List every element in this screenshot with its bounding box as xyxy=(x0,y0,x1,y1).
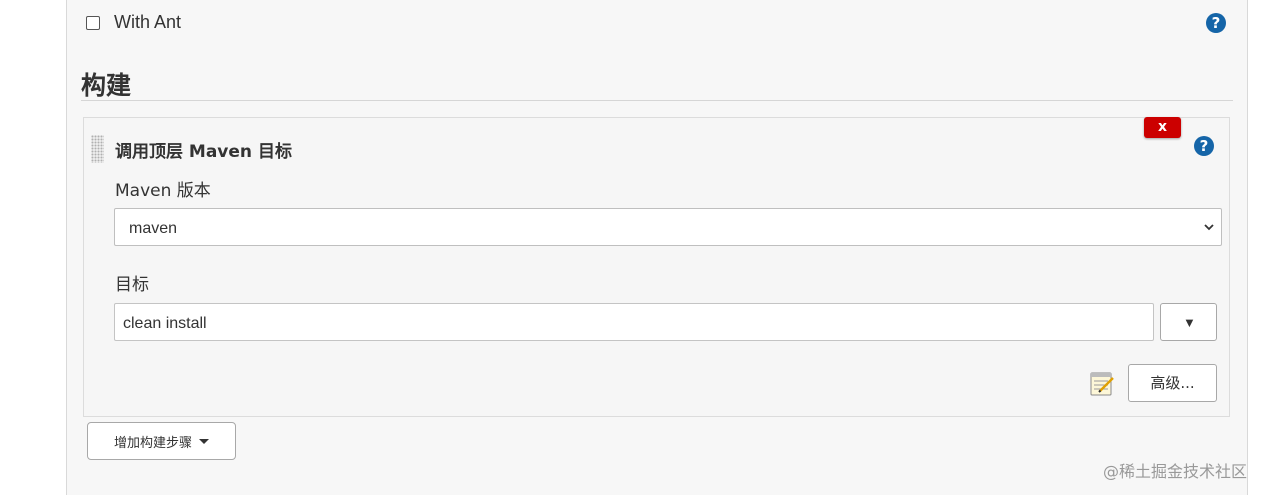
goals-input[interactable]: clean install xyxy=(114,303,1154,341)
with-ant-checkbox[interactable] xyxy=(86,15,100,30)
build-step-help-icon[interactable]: ? xyxy=(1194,136,1214,156)
with-ant-label: With Ant xyxy=(114,12,182,32)
with-ant-help-icon[interactable]: ? xyxy=(1206,13,1226,33)
delete-step-button[interactable]: x xyxy=(1144,117,1181,138)
expand-goals-button[interactable]: ▼ xyxy=(1160,303,1217,341)
goals-label: 目标 xyxy=(115,275,149,295)
add-build-step-label: 增加构建步骤 xyxy=(113,435,192,451)
notepad-icon[interactable] xyxy=(1088,369,1116,397)
chevron-down-icon xyxy=(1204,224,1214,231)
maven-version-label: Maven 版本 xyxy=(115,181,211,201)
goals-value: clean install xyxy=(123,315,207,332)
section-divider xyxy=(81,100,1233,101)
maven-version-select[interactable]: maven xyxy=(114,208,1222,246)
drag-handle-icon[interactable] xyxy=(91,135,104,163)
expand-arrow-icon: ▼ xyxy=(1183,315,1196,330)
watermark: @稀土掘金技术社区 xyxy=(1103,462,1248,481)
advanced-button[interactable]: 高级... xyxy=(1128,364,1217,402)
section-title: 构建 xyxy=(81,71,132,100)
caret-down-icon xyxy=(199,438,209,444)
left-gutter xyxy=(0,0,67,495)
build-step-maven: 调用顶层 Maven 目标 x ? Maven 版本 maven 目标 clea… xyxy=(83,117,1230,417)
add-build-step-button[interactable]: 增加构建步骤 xyxy=(87,422,236,460)
maven-version-value: maven xyxy=(129,220,178,237)
with-ant-option[interactable]: With Ant xyxy=(86,12,181,33)
build-step-title: 调用顶层 Maven 目标 xyxy=(115,142,292,162)
